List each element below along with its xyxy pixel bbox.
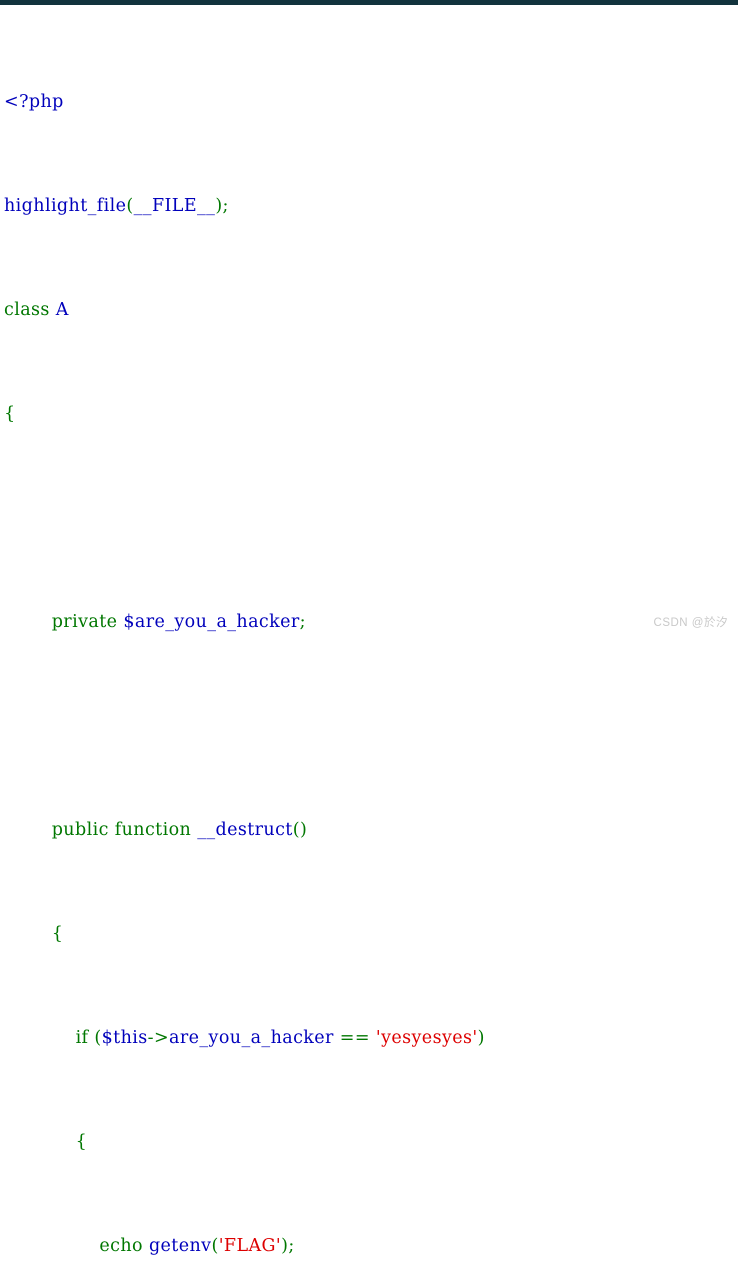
keyword-echo: echo [99, 1236, 143, 1256]
arrow-operator: -> [147, 1028, 170, 1048]
code-line-11: { [4, 1129, 738, 1155]
semicolon: ; [288, 1236, 295, 1256]
class-name: A [55, 300, 69, 320]
semicolon: ; [299, 612, 306, 632]
code-line-4: { [4, 401, 738, 427]
code-line-12: echo getenv('FLAG'); [4, 1233, 738, 1259]
csdn-watermark: CSDN @於汐 [653, 617, 728, 629]
string-flag: 'FLAG' [218, 1236, 282, 1256]
keyword-if: if [75, 1028, 89, 1048]
code-line-5-blank [4, 505, 738, 531]
code-line-1: <?php [4, 89, 738, 115]
code-line-7-blank [4, 713, 738, 739]
paren-close: ) [281, 1236, 289, 1256]
keyword-private: private [51, 612, 118, 632]
code-line-9: { [4, 921, 738, 947]
php-code-listing: <?php highlight_file(__FILE__); class A … [0, 5, 738, 1276]
paren-close: ) [299, 820, 308, 840]
paren-close: ) [477, 1028, 485, 1048]
code-line-6: private $are_you_a_hacker; [4, 609, 738, 635]
code-line-10: if ($this->are_you_a_hacker == 'yesyesye… [4, 1025, 738, 1051]
paren-open: ( [126, 196, 134, 216]
code-line-8: public function __destruct() [4, 817, 738, 843]
code-line-2: highlight_file(__FILE__); [4, 193, 738, 219]
paren-close: ) [215, 196, 223, 216]
brace-open-if: { [75, 1132, 88, 1152]
variable-this: $this [101, 1028, 148, 1048]
constant-file: __FILE__ [133, 196, 216, 216]
property-are-you-a-hacker: $are_you_a_hacker [123, 612, 300, 632]
php-open-tag: <?php [4, 92, 64, 112]
paren-open: ( [94, 1028, 102, 1048]
paren-open: ( [211, 1236, 219, 1256]
keyword-function: function [114, 820, 192, 840]
keyword-public: public [51, 820, 109, 840]
operator-equals: == [339, 1028, 370, 1048]
method-destruct: __destruct [197, 820, 293, 840]
code-line-3: class A [4, 297, 738, 323]
keyword-class: class [4, 300, 50, 320]
paren-open: ( [292, 820, 300, 840]
function-getenv: getenv [148, 1236, 212, 1256]
string-yesyesyes: 'yesyesyes' [375, 1028, 478, 1048]
brace-open-destruct: { [51, 924, 64, 944]
brace-open-class: { [4, 404, 16, 424]
function-highlight-file: highlight_file [4, 196, 127, 216]
property-name: are_you_a_hacker [169, 1028, 334, 1048]
semicolon: ; [222, 196, 229, 216]
